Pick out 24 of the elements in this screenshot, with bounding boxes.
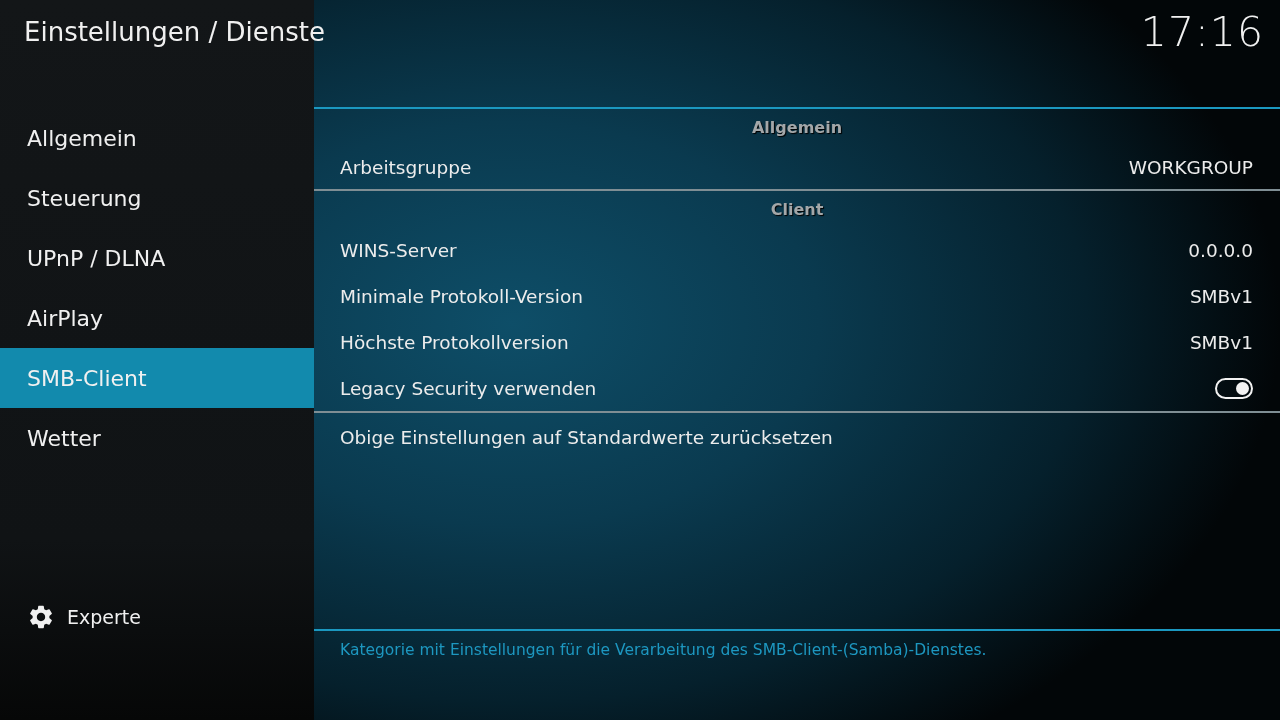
description-text: Kategorie mit Einstellungen für die Verarbeitung des SMB-Client-(Samba)-Dienstes.	[340, 640, 988, 661]
setting-value: SMBv1	[1189, 331, 1253, 353]
sidebar-item[interactable]: SMB-Client	[0, 348, 314, 408]
setting-label[interactable]: Höchste Protokollversion	[340, 331, 569, 353]
setting-label[interactable]: Minimale Protokoll-Version	[340, 285, 583, 307]
setting-value: SMBv1	[1189, 285, 1253, 307]
setting-label[interactable]: Arbeitsgruppe	[340, 156, 472, 178]
reset-action[interactable]: Obige Einstellungen auf Standardwerte zurücksetzen	[340, 426, 833, 448]
page-title: Einstellungen / Dienste	[24, 16, 325, 49]
section-heading: Client	[769, 198, 825, 221]
toggle-switch[interactable]	[1215, 377, 1253, 399]
sidebar-item[interactable]: UPnP / DLNA	[0, 228, 314, 288]
setting-value: 0.0.0.0	[1188, 239, 1253, 261]
section-heading: Allgemein	[750, 116, 844, 139]
setting-label[interactable]: WINS-Server	[340, 239, 457, 261]
clock: 17:16	[1140, 8, 1264, 56]
setting-label[interactable]: Legacy Security verwenden	[340, 377, 597, 399]
settings-level-button[interactable]: Experte	[0, 602, 141, 632]
sidebar-item[interactable]: Allgemein	[0, 108, 314, 168]
sidebar-item[interactable]: Steuerung	[0, 168, 314, 228]
sidebar-item[interactable]: AirPlay	[0, 288, 314, 348]
gear-icon	[27, 603, 55, 631]
sidebar-item[interactable]: Wetter	[0, 408, 314, 468]
setting-value: WORKGROUP	[1128, 156, 1253, 178]
